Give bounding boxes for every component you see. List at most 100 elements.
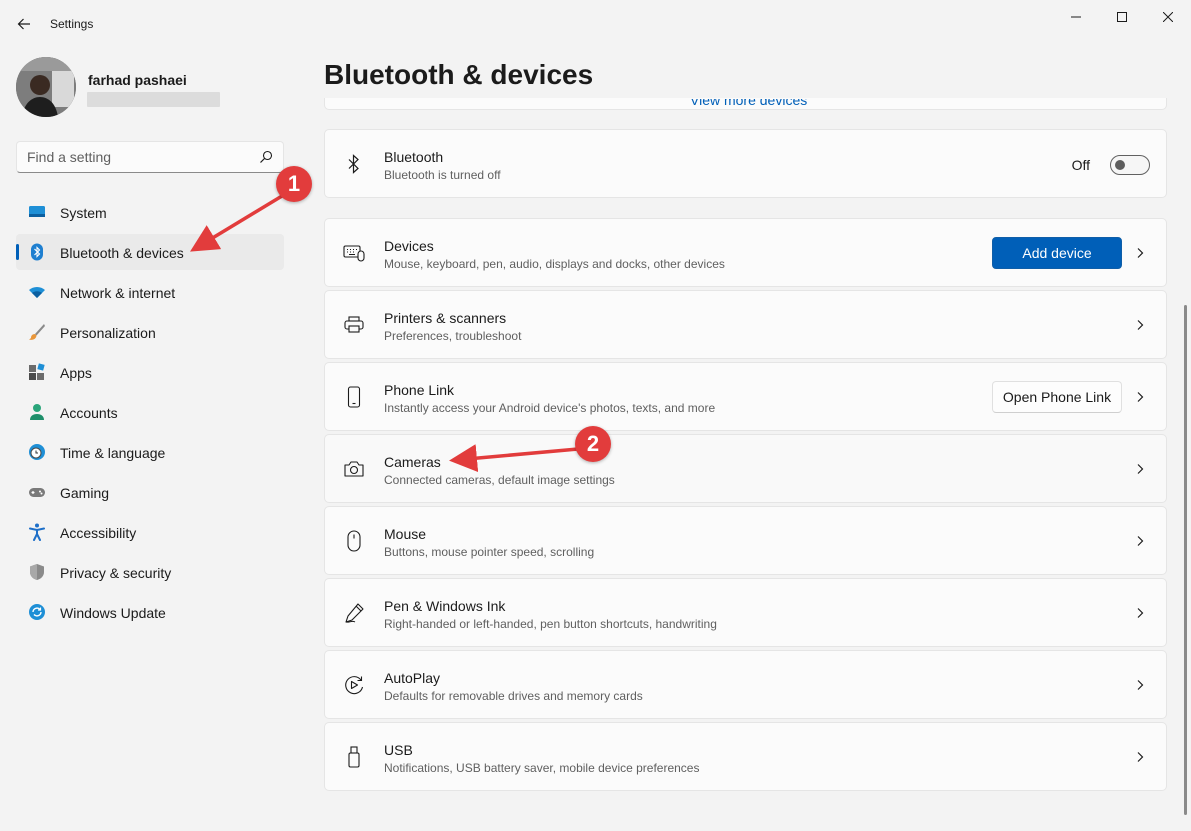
chevron-right-icon — [1137, 608, 1144, 618]
minimize-button[interactable] — [1053, 4, 1099, 30]
globe-clock-icon — [28, 443, 46, 461]
card-mouse[interactable]: Mouse Buttons, mouse pointer speed, scro… — [324, 506, 1167, 575]
card-title: Printers & scanners — [384, 310, 507, 326]
card-phone-link[interactable]: Phone Link Instantly access your Android… — [324, 362, 1167, 431]
update-icon — [28, 603, 46, 621]
search-box[interactable] — [16, 141, 284, 173]
chevron-right-icon — [1137, 536, 1144, 546]
sidebar-item-personalization[interactable]: Personalization — [16, 314, 284, 350]
annotation-badge-1: 1 — [276, 166, 312, 202]
chevron-right-icon — [1137, 464, 1144, 474]
sidebar-item-label: Bluetooth & devices — [60, 245, 184, 261]
bluetooth-icon — [28, 243, 46, 261]
card-subtitle: Right-handed or left-handed, pen button … — [384, 617, 717, 631]
user-photo-icon — [16, 57, 76, 117]
card-usb[interactable]: USB Notifications, USB battery saver, mo… — [324, 722, 1167, 791]
phone-icon — [343, 386, 365, 408]
sidebar-item-label: Network & internet — [60, 285, 176, 301]
sidebar-item-label: Privacy & security — [60, 565, 172, 581]
brush-icon — [28, 323, 46, 341]
sidebar-item-label: Time & language — [60, 445, 166, 461]
card-title: Bluetooth — [384, 149, 444, 165]
chevron-right-icon — [1137, 752, 1144, 762]
sidebar-item-label: Windows Update — [60, 605, 166, 621]
card-devices[interactable]: Devices Mouse, keyboard, pen, audio, dis… — [324, 218, 1167, 287]
maximize-button[interactable] — [1099, 4, 1145, 30]
user-name: farhad pashaei — [88, 72, 187, 88]
gamepad-icon — [28, 483, 46, 501]
maximize-icon — [1117, 12, 1127, 22]
annotation-badge-2: 2 — [575, 426, 611, 462]
close-button[interactable] — [1145, 4, 1191, 30]
sidebar-item-time-language[interactable]: Time & language — [16, 434, 284, 470]
card-title: Phone Link — [384, 382, 455, 398]
card-subtitle: Connected cameras, default image setting… — [384, 473, 615, 487]
chevron-right-icon — [1137, 680, 1144, 690]
view-more-link-area: View more devices — [325, 99, 1167, 110]
sidebar-item-label: Accounts — [60, 405, 118, 421]
printer-icon — [343, 314, 365, 336]
sidebar-item-label: System — [60, 205, 107, 221]
shield-icon — [28, 563, 46, 581]
bluetooth-toggle[interactable] — [1110, 155, 1150, 175]
card-view-more-devices: View more devices — [324, 98, 1167, 110]
sidebar-item-privacy-security[interactable]: Privacy & security — [16, 554, 284, 590]
card-subtitle: Instantly access your Android device's p… — [384, 401, 716, 415]
add-device-button[interactable]: Add device — [992, 237, 1122, 269]
open-phone-link-button[interactable]: Open Phone Link — [992, 381, 1122, 413]
sidebar-item-network[interactable]: Network & internet — [16, 274, 284, 310]
camera-icon — [343, 458, 365, 480]
card-printers-scanners[interactable]: Printers & scanners Preferences, trouble… — [324, 290, 1167, 359]
card-autoplay[interactable]: AutoPlay Defaults for removable drives a… — [324, 650, 1167, 719]
card-pen-windows-ink[interactable]: Pen & Windows Ink Right-handed or left-h… — [324, 578, 1167, 647]
chevron-right-icon — [1137, 320, 1144, 330]
search-icon[interactable] — [259, 150, 273, 164]
avatar[interactable] — [16, 57, 76, 117]
sidebar-item-label: Personalization — [60, 325, 156, 341]
sidebar-item-label: Gaming — [60, 485, 110, 501]
card-title: USB — [384, 742, 413, 758]
sidebar-item-apps[interactable]: Apps — [16, 354, 284, 390]
card-title: Cameras — [384, 454, 441, 470]
card-subtitle: Bluetooth is turned off — [384, 168, 501, 182]
autoplay-icon — [343, 674, 365, 696]
search-input[interactable] — [17, 142, 253, 172]
card-bluetooth: Bluetooth Bluetooth is turned off Off — [324, 129, 1167, 198]
sidebar-item-bluetooth-devices[interactable]: Bluetooth & devices — [16, 234, 284, 270]
mouse-icon — [343, 530, 365, 552]
close-icon — [1163, 12, 1173, 22]
app-title: Settings — [50, 17, 94, 31]
card-subtitle: Mouse, keyboard, pen, audio, displays an… — [384, 257, 725, 271]
sidebar-nav: System Bluetooth & devices Network & int… — [16, 194, 284, 634]
chevron-right-icon — [1137, 392, 1144, 402]
card-subtitle: Defaults for removable drives and memory… — [384, 689, 643, 703]
sidebar-item-accounts[interactable]: Accounts — [16, 394, 284, 430]
scrollbar-thumb[interactable] — [1184, 305, 1187, 815]
back-button[interactable] — [12, 12, 36, 36]
sidebar-item-system[interactable]: System — [16, 194, 284, 230]
page-title: Bluetooth & devices — [324, 59, 594, 90]
card-subtitle: Buttons, mouse pointer speed, scrolling — [384, 545, 595, 559]
user-email-redacted — [87, 92, 220, 107]
monitor-icon — [28, 203, 46, 221]
sidebar-item-windows-update[interactable]: Windows Update — [16, 594, 284, 630]
bluetooth-icon — [343, 153, 365, 175]
card-subtitle: Notifications, USB battery saver, mobile… — [384, 761, 700, 775]
sidebar-item-label: Accessibility — [60, 525, 137, 541]
card-cameras[interactable]: Cameras Connected cameras, default image… — [324, 434, 1167, 503]
back-arrow-icon — [17, 18, 30, 30]
view-more-devices-link[interactable]: View more devices — [690, 99, 807, 108]
sidebar-item-label: Apps — [60, 365, 92, 381]
card-title: Mouse — [384, 526, 427, 542]
card-title: AutoPlay — [384, 670, 441, 686]
pen-icon — [343, 602, 365, 624]
wifi-icon — [28, 283, 46, 301]
card-title: Devices — [384, 238, 434, 254]
sidebar-item-accessibility[interactable]: Accessibility — [16, 514, 284, 550]
usb-icon — [343, 746, 365, 768]
keyboard-icon — [343, 242, 365, 264]
sidebar-item-gaming[interactable]: Gaming — [16, 474, 284, 510]
card-subtitle: Preferences, troubleshoot — [384, 329, 522, 343]
apps-icon — [28, 363, 46, 381]
card-title: Pen & Windows Ink — [384, 598, 506, 614]
